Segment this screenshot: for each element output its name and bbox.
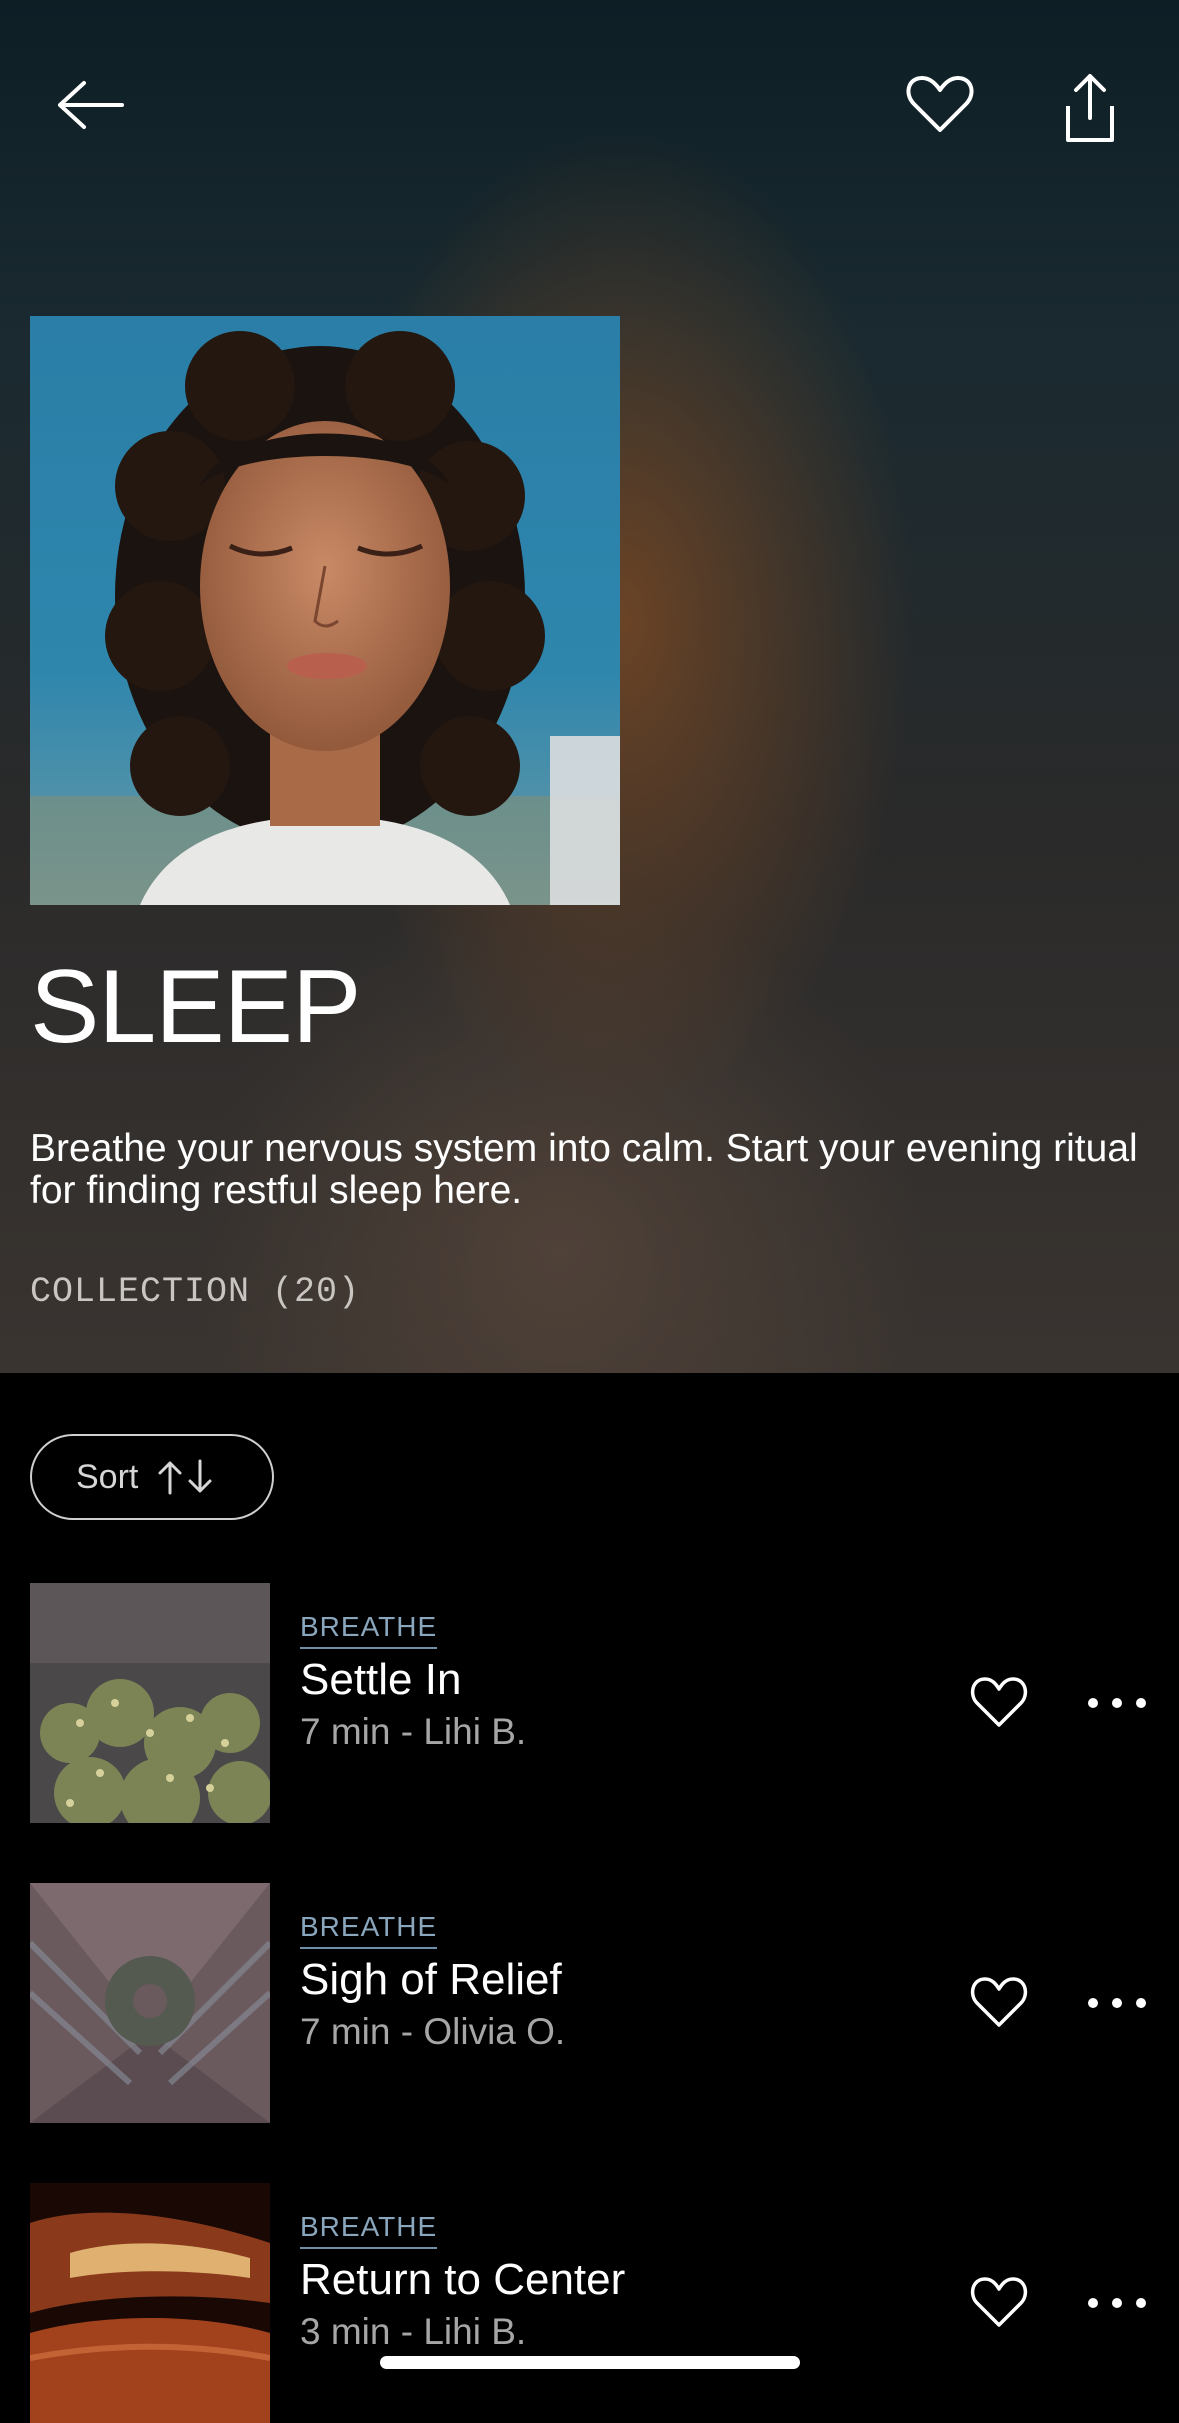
sort-arrows-icon <box>154 1457 218 1497</box>
sort-label: Sort <box>76 1457 139 1496</box>
heart-outline-icon <box>970 1677 1028 1727</box>
list-item[interactable]: BREATHE Sigh of Relief 7 min - Olivia O. <box>0 1883 1179 2123</box>
track-info: BREATHE Settle In 7 min - Lihi B. <box>300 1611 526 1753</box>
track-meta: 7 min - Lihi B. <box>300 1711 527 1752</box>
track-info: BREATHE Return to Center 3 min - Lihi B. <box>300 2211 625 2353</box>
collection-count-label: COLLECTION (20) <box>30 1272 361 1312</box>
track-title: Return to Center <box>300 2255 626 2304</box>
track-category: BREATHE <box>300 1911 438 1949</box>
more-dots-icon <box>1088 2298 1146 2308</box>
track-favorite-button[interactable] <box>967 1973 1031 2033</box>
more-dots-icon <box>1088 1998 1146 2008</box>
arrow-left-icon <box>58 81 124 129</box>
list-item[interactable]: BREATHE Settle In 7 min - Lihi B. <box>0 1583 1179 1823</box>
collection-cover-image <box>30 316 620 905</box>
track-more-button[interactable] <box>1085 1683 1149 1723</box>
track-category: BREATHE <box>300 2211 438 2249</box>
track-more-button[interactable] <box>1085 1983 1149 2023</box>
more-dots-icon <box>1088 1698 1146 1708</box>
sort-button[interactable]: Sort <box>30 1434 274 1520</box>
favorite-button[interactable] <box>900 70 980 140</box>
track-thumbnail <box>30 1583 270 1823</box>
track-favorite-button[interactable] <box>967 1673 1031 1733</box>
share-icon <box>1066 74 1114 142</box>
list-item[interactable]: BREATHE Return to Center 3 min - Lihi B. <box>0 2183 1179 2423</box>
collection-hero: SLEEP Breathe your nervous system into c… <box>0 0 1179 1373</box>
track-thumbnail <box>30 1883 270 2123</box>
track-info: BREATHE Sigh of Relief 7 min - Olivia O. <box>300 1911 565 2053</box>
share-button[interactable] <box>1050 70 1130 150</box>
heart-outline-icon <box>906 76 974 132</box>
track-thumbnail <box>30 2183 270 2423</box>
track-more-button[interactable] <box>1085 2283 1149 2323</box>
track-title: Sigh of Relief <box>300 1955 562 2004</box>
track-meta: 7 min - Olivia O. <box>300 2011 566 2052</box>
track-favorite-button[interactable] <box>967 2273 1031 2333</box>
collection-title: SLEEP <box>30 949 361 1065</box>
home-indicator[interactable] <box>380 2356 800 2369</box>
track-meta: 3 min - Lihi B. <box>300 2311 527 2352</box>
back-button[interactable] <box>46 70 136 140</box>
track-category: BREATHE <box>300 1611 438 1649</box>
heart-outline-icon <box>970 2277 1028 2327</box>
heart-outline-icon <box>970 1977 1028 2027</box>
collection-description: Breathe your nervous system into calm. S… <box>30 1127 1138 1212</box>
track-title: Settle In <box>300 1655 462 1704</box>
